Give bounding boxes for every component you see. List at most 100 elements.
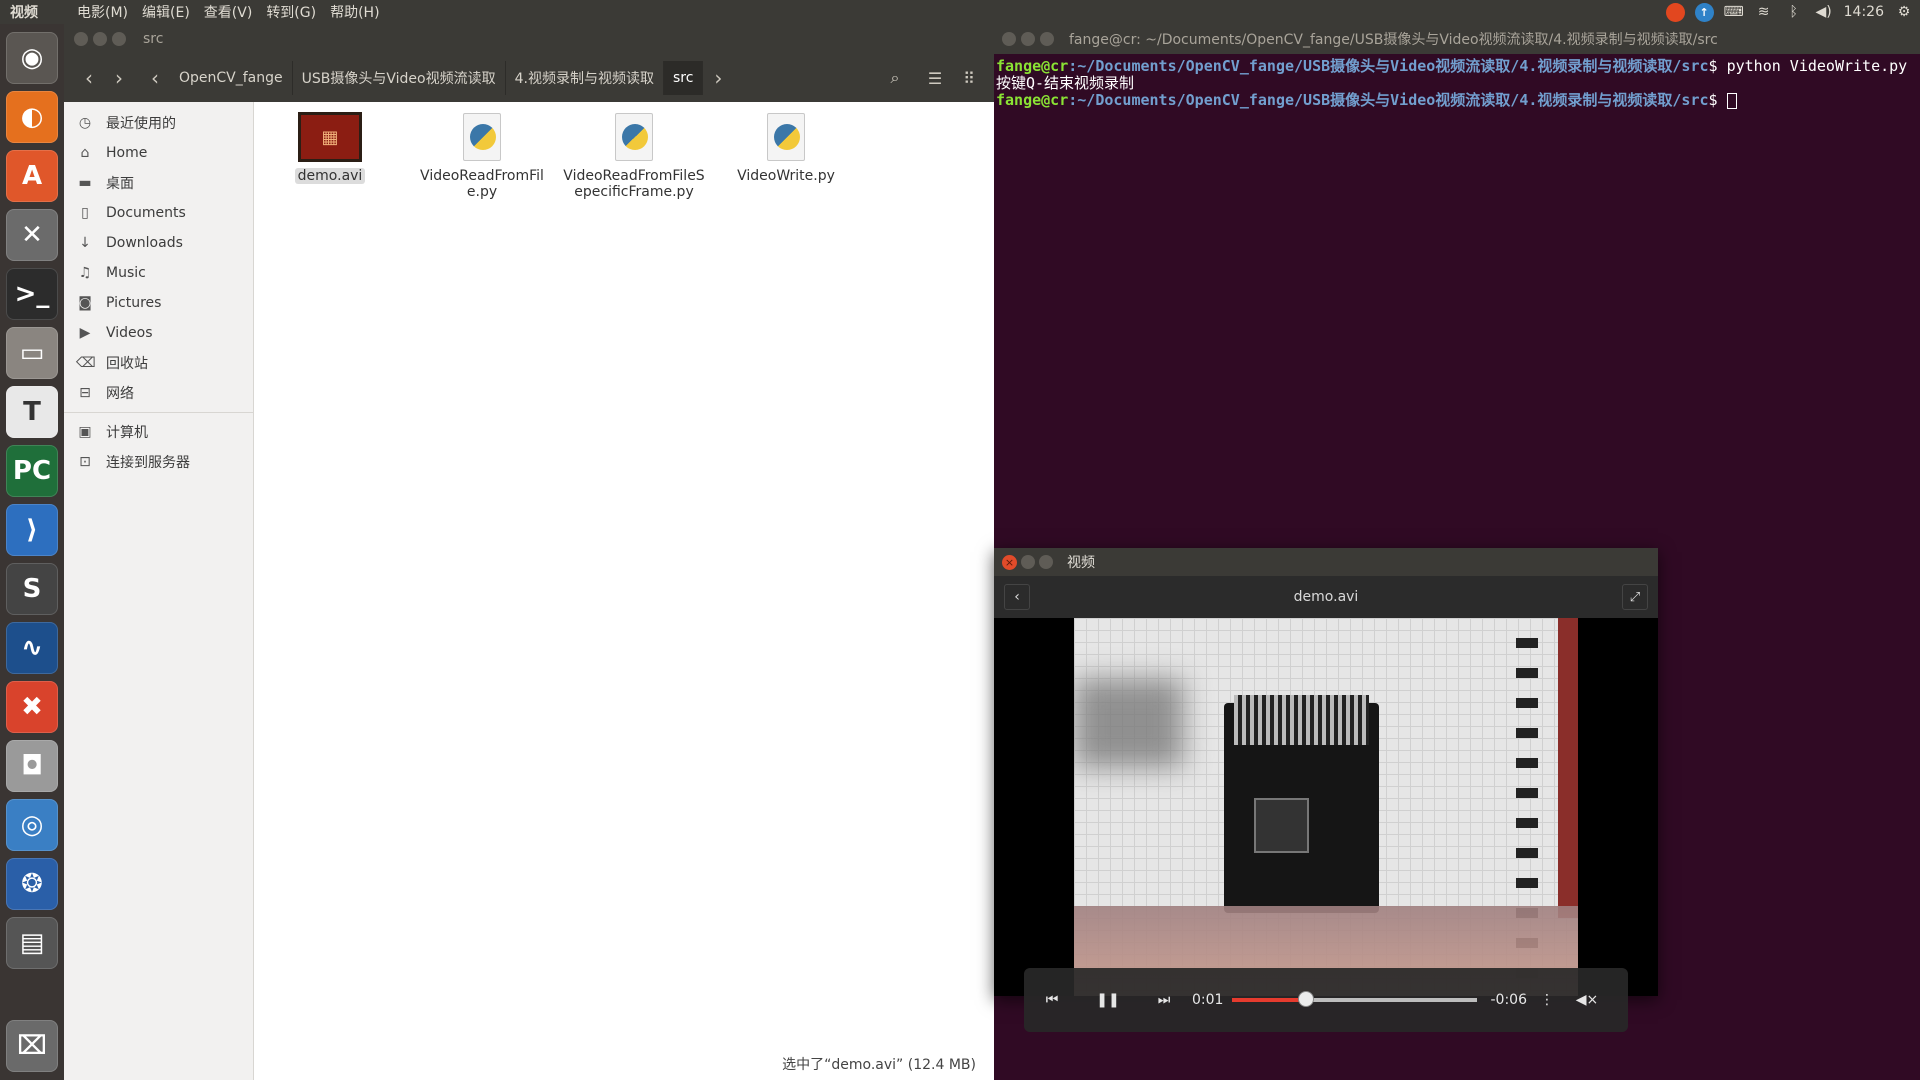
file-name: demo.avi	[294, 168, 366, 184]
sidebar-item-label: 回收站	[106, 356, 148, 372]
sidebar-item-label: Downloads	[106, 235, 183, 251]
bluetooth-icon[interactable]: ᛒ	[1784, 2, 1804, 22]
system-settings-icon[interactable]: ✕	[6, 209, 58, 261]
sidebar-item[interactable]: ↓ Downloads	[64, 228, 253, 258]
music-icon: ♫	[78, 265, 92, 281]
seek-knob[interactable]	[1297, 991, 1314, 1007]
pause-icon[interactable]: ❚❚	[1080, 968, 1136, 1032]
sidebar-item[interactable]: ⊟ 网络	[64, 378, 253, 408]
elapsed-time: 0:01	[1192, 992, 1224, 1008]
skip-forward-icon[interactable]: ⏭	[1136, 968, 1192, 1032]
file-videoreadfromfile[interactable]: VideoReadFromFile.py	[407, 110, 557, 200]
menu-goto[interactable]: 转到(G)	[259, 2, 323, 22]
update-icon[interactable]: ↑	[1694, 2, 1714, 22]
terminal-titlebar: fange@cr: ~/Documents/OpenCV_fange/USB摄像…	[994, 24, 1920, 54]
back-arrow-icon[interactable]: ‹	[1004, 584, 1030, 610]
vscode-icon[interactable]: ⟩	[6, 504, 58, 556]
trash-launcher-icon[interactable]: ⌧	[6, 1020, 58, 1072]
breadcrumb-record[interactable]: 4.视频录制与视频读取	[506, 61, 664, 95]
fullscreen-icon[interactable]: ⤢	[1622, 584, 1648, 610]
pycharm-icon[interactable]: PC	[6, 445, 58, 497]
menu-movie[interactable]: 电影(M)	[70, 2, 135, 22]
breadcrumb-usb[interactable]: USB摄像头与Video视频流读取	[293, 61, 506, 95]
back-button[interactable]: ‹	[74, 63, 104, 93]
sidebar-item[interactable]: ▬ 桌面	[64, 168, 253, 198]
clock[interactable]: 14:26	[1844, 4, 1884, 20]
file-demo-avi[interactable]: ▦ demo.avi	[255, 110, 405, 184]
seek-bar[interactable]	[1232, 991, 1477, 1007]
file-manager-toolbar: ‹ › ‹ OpenCV_fange USB摄像头与Video视频流读取 4.视…	[64, 54, 994, 102]
terminal-maximize-button[interactable]	[1040, 32, 1054, 46]
python-file-icon	[767, 113, 805, 161]
list-view-icon[interactable]: ☰	[918, 54, 952, 102]
menu-help[interactable]: 帮助(H)	[323, 2, 386, 22]
text-cursor	[1726, 92, 1737, 109]
remaining-time: -0:06	[1490, 992, 1528, 1008]
shutter-icon[interactable]: ❂	[6, 858, 58, 910]
sidebar-item[interactable]: ▶ Videos	[64, 318, 253, 348]
dash-icon[interactable]: ◉	[6, 32, 58, 84]
player-window-title: 视频	[1067, 555, 1095, 571]
player-minimize-button[interactable]	[1021, 555, 1035, 569]
terminal-output[interactable]: fange@cr:~/Documents/OpenCV_fange/USB摄像头…	[994, 54, 1920, 113]
camera-app-icon[interactable]: ◘	[6, 740, 58, 792]
grid-view-icon[interactable]: ⠿	[952, 54, 986, 102]
settings-gear-icon[interactable]: ⚙	[1894, 2, 1914, 22]
sidebar-item[interactable]: ⌂ Home	[64, 138, 253, 168]
sidebar-item-label: 最近使用的	[106, 116, 176, 132]
server-icon: ⊡	[79, 454, 91, 470]
volume-muted-icon[interactable]: ◀×	[1567, 968, 1607, 1032]
sidebar-item[interactable]: ▣ 计算机	[64, 417, 253, 447]
download-icon: ↓	[79, 235, 91, 251]
menu-view[interactable]: 查看(V)	[197, 2, 260, 22]
seek-progress	[1232, 998, 1306, 1002]
wifi-icon[interactable]: ≋	[1754, 2, 1774, 22]
sidebar-item[interactable]: ♫ Music	[64, 258, 253, 288]
network-icon: ⊟	[79, 385, 91, 401]
file-videowrite[interactable]: VideoWrite.py	[711, 110, 861, 184]
sidebar-item[interactable]: ▯ Documents	[64, 198, 253, 228]
recorder-icon[interactable]	[1665, 2, 1685, 22]
video-app-icon[interactable]: ◎	[6, 799, 58, 851]
wireshark-icon[interactable]: ∿	[6, 622, 58, 674]
xmind-icon[interactable]: ✖	[6, 681, 58, 733]
sidebar-item-label: Documents	[106, 205, 186, 221]
selection-status: 选中了“demo.avi” (12.4 MB)	[782, 1057, 976, 1073]
more-options-icon[interactable]: ⋮	[1527, 968, 1567, 1032]
terminal-close-button[interactable]	[1002, 32, 1016, 46]
prompt-user: fange@cr	[996, 57, 1069, 75]
forward-button[interactable]: ›	[104, 63, 134, 93]
player-close-button[interactable]: ×	[1002, 554, 1017, 570]
file-videoreadfromfilesepecificframe[interactable]: VideoReadFromFileSepecificFrame.py	[559, 110, 709, 200]
player-maximize-button[interactable]	[1039, 555, 1053, 569]
breadcrumb-src[interactable]: src	[663, 61, 704, 95]
keyboard-icon[interactable]: ⌨	[1724, 2, 1744, 22]
breadcrumb-right-button[interactable]: ›	[703, 63, 733, 93]
files-icon[interactable]: ▭	[6, 327, 58, 379]
text-editor-icon[interactable]: T	[6, 386, 58, 438]
terminal-icon[interactable]: >_	[6, 268, 58, 320]
file-name: VideoWrite.py	[737, 168, 835, 184]
video-area[interactable]: ⏮ ❚❚ ⏭ 0:01 -0:06 ⋮ ◀×	[994, 618, 1658, 1032]
sidebar-item[interactable]: ⌫ 回收站	[64, 348, 253, 378]
breadcrumb-left-button[interactable]: ‹	[140, 63, 170, 93]
video-editor-icon[interactable]: ▤	[6, 917, 58, 969]
breadcrumb-opencv[interactable]: OpenCV_fange	[170, 61, 293, 95]
maximize-button[interactable]	[112, 32, 126, 46]
minimize-button[interactable]	[93, 32, 107, 46]
firefox-icon[interactable]: ◐	[6, 91, 58, 143]
menu-edit[interactable]: 编辑(E)	[135, 2, 197, 22]
sidebar-item[interactable]: ◙ Pictures	[64, 288, 253, 318]
software-center-icon[interactable]: A	[6, 150, 58, 202]
volume-icon[interactable]: ◀)	[1814, 2, 1834, 22]
system-tray: ↑ ⌨ ≋ ᛒ ◀) 14:26 ⚙	[1665, 0, 1914, 24]
sidebar-item[interactable]: ⊡ 连接到服务器	[64, 447, 253, 477]
skip-back-icon[interactable]: ⏮	[1024, 968, 1080, 1032]
close-button[interactable]	[74, 32, 88, 46]
clock-icon: ◷	[78, 115, 92, 131]
sidebar-item[interactable]: ◷ 最近使用的	[64, 108, 253, 138]
terminal-minimize-button[interactable]	[1021, 32, 1035, 46]
search-icon[interactable]: ⌕	[878, 54, 912, 102]
folder-icon: ▬	[78, 175, 92, 191]
sublime-icon[interactable]: S	[6, 563, 58, 615]
